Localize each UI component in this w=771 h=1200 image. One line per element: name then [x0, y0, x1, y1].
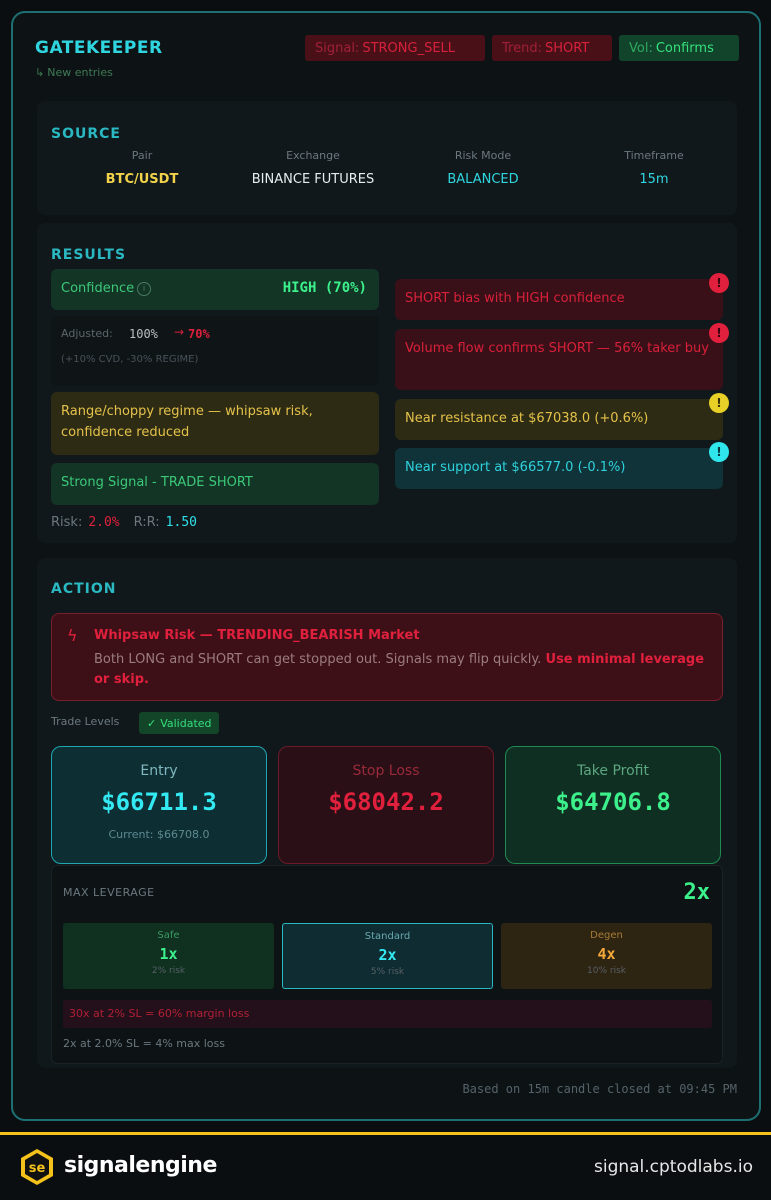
leverage-option-risk: 5% risk	[370, 967, 405, 977]
trend-badge: Trend: SHORT	[492, 35, 612, 61]
source-risk-mode: Risk Mode BALANCED	[398, 149, 568, 187]
source-timeframe: Timeframe 15m	[569, 149, 739, 187]
leverage-option-name: Degen	[590, 930, 623, 941]
max-leverage-value: 2x	[683, 880, 711, 905]
leverage-option-standard[interactable]: Standard 2x 5% risk	[282, 923, 493, 989]
source-pair-value: BTC/USDT	[105, 172, 179, 187]
current-price: Current: $66708.0	[108, 828, 210, 841]
signal-badge-value: STRONG_SELL	[362, 40, 456, 56]
leverage-option-risk: 10% risk	[587, 966, 626, 976]
signalengine-logo-icon: se	[18, 1148, 56, 1186]
volume-badge-value: Confirms	[655, 40, 714, 56]
whipsaw-alert: ϟ Whipsaw Risk — TRENDING_BEARISH Market…	[51, 613, 723, 701]
alert-icon: !	[709, 323, 729, 343]
info-icon[interactable]: i	[137, 282, 151, 296]
take-profit-card: Take Profit $64706.8	[505, 746, 721, 864]
leverage-option-value: 2x	[378, 946, 397, 964]
source-timeframe-value: 15m	[639, 172, 669, 187]
arrow-right-icon: →	[174, 325, 185, 339]
source-pair-label: Pair	[131, 149, 153, 162]
source-exchange-value: BINANCE FUTURES	[251, 172, 375, 187]
results-title: RESULTS	[51, 247, 127, 263]
confidence-label: Confidence	[61, 281, 135, 296]
trade-levels-label: Trade Levels	[51, 715, 120, 728]
entry-label: Entry	[140, 763, 178, 779]
leverage-option-value: 1x	[159, 945, 178, 963]
leverage-warning: 30x at 2% SL = 60% margin loss	[63, 1000, 712, 1028]
alert-body: Both LONG and SHORT can get stopped out.…	[94, 650, 714, 690]
leverage-option-value: 4x	[597, 945, 616, 963]
source-panel: SOURCE Pair BTC/USDT Exchange BINANCE FU…	[37, 101, 737, 215]
take-profit-label: Take Profit	[576, 763, 649, 779]
risk-value: 2.0%	[88, 515, 120, 530]
leverage-option-degen[interactable]: Degen 4x 10% risk	[501, 923, 712, 989]
regime-warning: Range/choppy regime — whipsaw risk, conf…	[51, 392, 379, 455]
stop-loss-price: $68042.2	[328, 788, 444, 816]
source-timeframe-label: Timeframe	[624, 149, 684, 162]
adjusted-label: Adjusted:	[61, 327, 113, 340]
validated-label: Validated	[160, 716, 212, 730]
leverage-footer: 2x at 2.0% SL = 4% max loss	[63, 1037, 225, 1050]
stop-loss-label: Stop Loss	[352, 763, 420, 779]
check-icon: ✓	[147, 716, 157, 730]
confidence-value: HIGH (70%)	[282, 280, 367, 296]
rr-label: R:R:	[133, 515, 160, 530]
rr-value: 1.50	[165, 515, 197, 530]
results-panel: RESULTS Confidence i HIGH (70%) Adjusted…	[37, 223, 737, 543]
source-exchange: Exchange BINANCE FUTURES	[228, 149, 398, 187]
action-title: ACTION	[51, 581, 117, 597]
logo-text: se	[29, 1161, 46, 1176]
footer-divider	[0, 1132, 771, 1135]
alert-item: Near resistance at $67038.0 (+0.6%)	[395, 399, 723, 440]
warning-icon: !	[709, 393, 729, 413]
entry-price: $66711.3	[101, 788, 217, 816]
max-leverage-label: MAX LEVERAGE	[63, 886, 155, 899]
leverage-option-risk: 2% risk	[151, 966, 186, 976]
signal-badge: Signal: STRONG_SELL	[305, 35, 485, 61]
candle-footnote: Based on 15m candle closed at 09:45 PM	[462, 1082, 737, 1096]
source-risk-mode-value: BALANCED	[447, 172, 519, 187]
adjusted-to: 70%	[188, 327, 210, 341]
leverage-option-name: Standard	[364, 931, 411, 942]
risk-label: Risk:	[51, 515, 83, 530]
alert-body-text: Both LONG and SHORT can get stopped out.…	[94, 652, 542, 667]
adjusted-note: (+10% CVD, -30% REGIME)	[61, 354, 199, 365]
brand-name: signalengine	[64, 1153, 217, 1178]
alert-item: Volume flow confirms SHORT — 56% taker b…	[395, 329, 723, 390]
alert-item: Near support at $66577.0 (-0.1%)	[395, 448, 723, 489]
page-subtitle: ↳ New entries	[35, 66, 113, 79]
source-title: SOURCE	[51, 126, 121, 142]
leverage-option-name: Safe	[157, 930, 180, 941]
adjusted-confidence: Adjusted: 100% → 70% (+10% CVD, -30% REG…	[51, 316, 379, 386]
trend-badge-value: SHORT	[544, 40, 590, 56]
gatekeeper-card: GATEKEEPER ↳ New entries Signal: STRONG_SE…	[11, 11, 761, 1121]
alert-title: Whipsaw Risk — TRENDING_BEARISH Market	[94, 628, 420, 643]
page-title: GATEKEEPER	[35, 38, 163, 58]
volume-badge: Vol: Confirms	[619, 35, 739, 61]
alert-icon: !	[709, 273, 729, 293]
alert-item: SHORT bias with HIGH confidence	[395, 279, 723, 320]
take-profit-price: $64706.8	[555, 788, 671, 816]
signal-badge-key: Signal:	[315, 40, 360, 56]
action-panel: ACTION ϟ Whipsaw Risk — TRENDING_BEARISH…	[37, 558, 737, 1068]
validated-badge: ✓ Validated	[139, 712, 219, 734]
stop-loss-card: Stop Loss $68042.2	[278, 746, 494, 864]
return-arrow-icon: ↳	[35, 66, 45, 79]
leverage-option-safe[interactable]: Safe 1x 2% risk	[63, 923, 274, 989]
trend-badge-key: Trend:	[502, 40, 542, 56]
brand-domain[interactable]: signal.cptodlabs.io	[594, 1157, 753, 1177]
lightning-icon: ϟ	[67, 626, 78, 645]
risk-reward-row: Risk: 2.0% R:R: 1.50	[51, 515, 197, 530]
info-alert-icon: !	[709, 442, 729, 462]
source-risk-mode-label: Risk Mode	[454, 149, 512, 162]
source-pair: Pair BTC/USDT	[57, 149, 227, 187]
volume-badge-key: Vol:	[629, 40, 653, 56]
subtitle-text: New entries	[47, 66, 113, 79]
confidence-box: Confidence i HIGH (70%)	[51, 269, 379, 310]
adjusted-from: 100%	[129, 327, 158, 341]
max-leverage-box: MAX LEVERAGE 2x Safe 1x 2% risk Standard…	[51, 865, 723, 1064]
source-exchange-label: Exchange	[286, 149, 340, 162]
entry-card: Entry $66711.3 Current: $66708.0	[51, 746, 267, 864]
signal-message: Strong Signal - TRADE SHORT	[51, 463, 379, 505]
